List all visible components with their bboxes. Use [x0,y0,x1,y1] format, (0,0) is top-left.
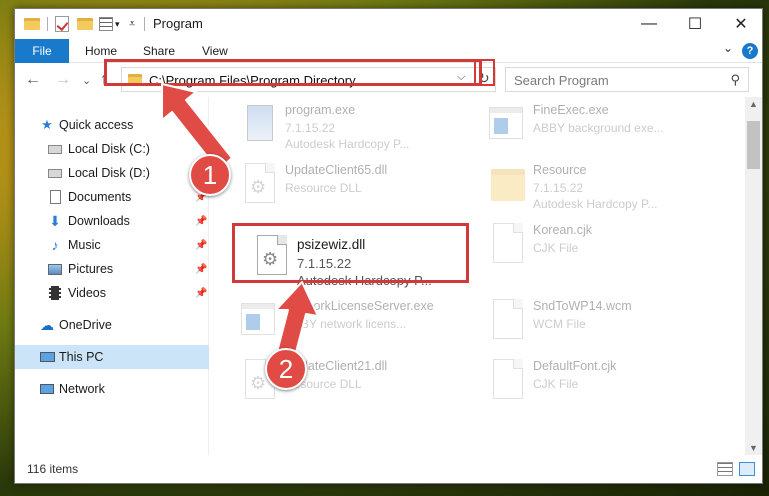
annotation-arrows [161,83,319,361]
step-badge-1: 1 [189,154,231,196]
step-badge-2: 2 [265,348,307,390]
